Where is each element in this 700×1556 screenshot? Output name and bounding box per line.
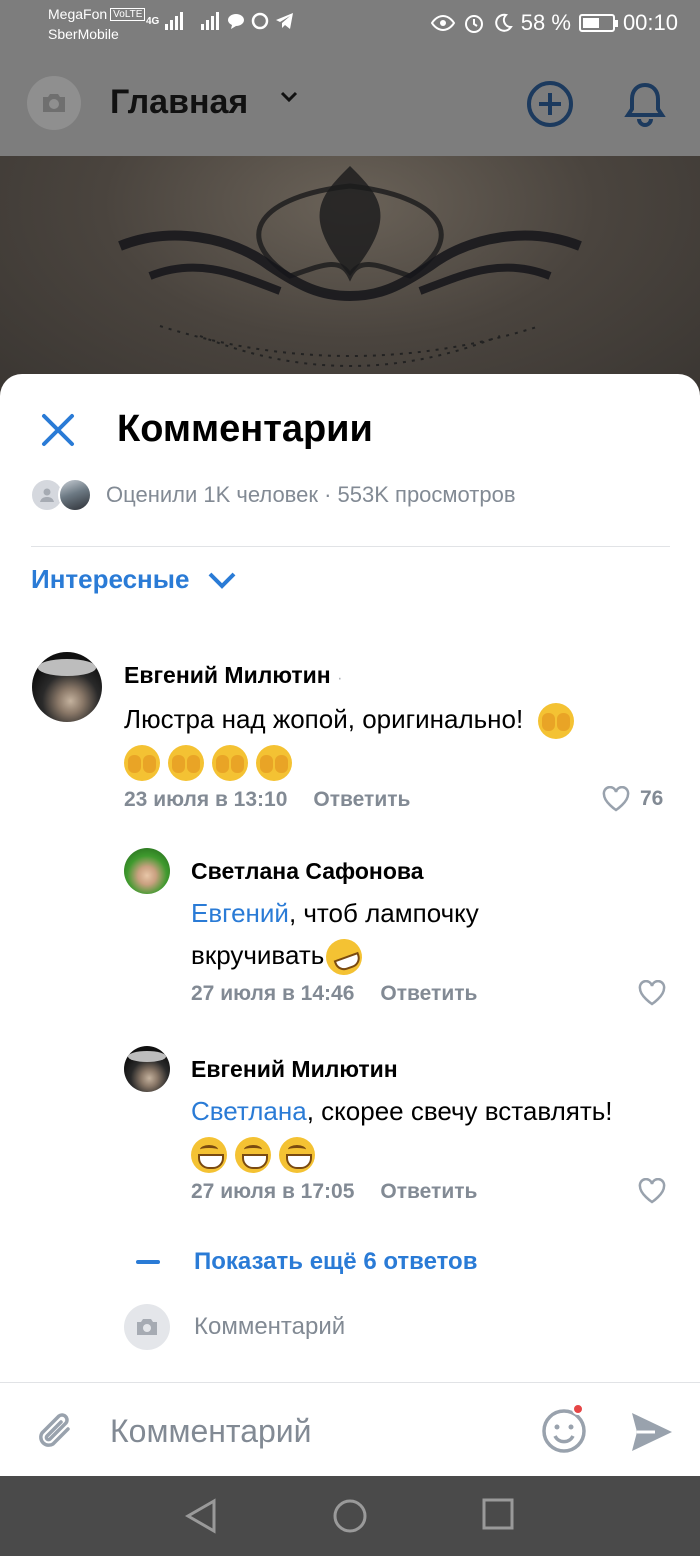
liker-avatar-2 bbox=[58, 478, 92, 512]
app-header: Главная bbox=[0, 50, 700, 156]
network-type: 4G bbox=[146, 15, 160, 27]
emoji-icon bbox=[538, 703, 575, 740]
heart-icon bbox=[638, 980, 666, 1006]
carrier-name-2: SberMobile bbox=[48, 26, 119, 42]
reply-author[interactable]: Светлана Сафонова bbox=[191, 858, 424, 885]
tattoo-image bbox=[118, 166, 582, 367]
signal-icon-2 bbox=[201, 12, 220, 30]
close-icon[interactable] bbox=[38, 410, 78, 450]
volte-badge: VoLTE bbox=[110, 8, 146, 21]
system-nav-bar bbox=[0, 1476, 700, 1556]
recents-icon[interactable] bbox=[482, 1498, 514, 1532]
emoji-icon bbox=[256, 745, 292, 782]
back-icon[interactable] bbox=[184, 1498, 218, 1534]
telegram-icon bbox=[276, 13, 294, 29]
battery-icon bbox=[578, 14, 618, 32]
clock: 00:10 bbox=[622, 10, 678, 35]
page-title[interactable]: Главная bbox=[110, 83, 248, 122]
comment-meta: 23 июля в 13:10 Ответить bbox=[124, 788, 410, 812]
camera-button[interactable] bbox=[27, 76, 81, 130]
mention-link[interactable]: Евгений bbox=[191, 898, 289, 928]
comment-date: 23 июля в 13:10 bbox=[124, 788, 288, 811]
sort-label: Интересные bbox=[31, 564, 190, 594]
emoji-icon bbox=[235, 1137, 271, 1174]
add-post-icon[interactable] bbox=[526, 80, 574, 128]
post-photo bbox=[0, 156, 700, 396]
send-icon[interactable] bbox=[630, 1411, 674, 1453]
post-stats[interactable]: Оценили 1K человек · 553K просмотров bbox=[30, 478, 516, 512]
camera-avatar bbox=[124, 1304, 170, 1350]
moon-icon bbox=[494, 13, 513, 32]
reply-placeholder: Комментарий bbox=[194, 1313, 346, 1340]
reply-text: Евгений, чтоб лампочку вкручивать bbox=[191, 892, 531, 981]
battery-percent: 58 % bbox=[520, 10, 571, 35]
emoji-icon bbox=[321, 934, 368, 981]
reply-meta: 27 июля в 17:05 Ответить bbox=[191, 1180, 477, 1204]
like-button[interactable]: 76 bbox=[602, 786, 663, 812]
status-right: 58 % 00:10 bbox=[430, 10, 678, 36]
like-button[interactable] bbox=[638, 1178, 666, 1204]
reply-meta: 27 июля в 14:46 Ответить bbox=[191, 982, 477, 1006]
alarm-icon bbox=[464, 15, 483, 33]
paperclip-icon[interactable] bbox=[34, 1409, 78, 1457]
home-icon[interactable] bbox=[332, 1498, 368, 1534]
dash-icon bbox=[136, 1260, 160, 1264]
reply-button[interactable]: Ответить bbox=[380, 1180, 477, 1204]
heart-icon bbox=[602, 786, 630, 812]
message-icon bbox=[228, 14, 245, 29]
divider bbox=[31, 546, 670, 547]
like-count: 76 bbox=[640, 787, 664, 810]
like-button[interactable] bbox=[638, 980, 666, 1006]
emoji-icon bbox=[124, 745, 160, 782]
avatar[interactable] bbox=[124, 848, 170, 894]
status-bar: MegaFon VoLTE SberMobile 4G 58 % 00:10 bbox=[0, 0, 700, 50]
sheet-title: Комментарии bbox=[117, 408, 373, 450]
camera-icon bbox=[137, 1319, 157, 1335]
emoji-icon bbox=[279, 1137, 315, 1174]
comment-input[interactable]: Комментарий bbox=[110, 1413, 312, 1450]
show-more-replies[interactable]: Показать ещё 6 ответов bbox=[136, 1248, 477, 1276]
reply-button[interactable]: Ответить bbox=[313, 788, 410, 812]
reply-date: 27 июля в 14:46 bbox=[191, 982, 355, 1005]
notification-dot bbox=[572, 1403, 584, 1415]
chevron-down-icon[interactable] bbox=[278, 86, 300, 108]
avatar[interactable] bbox=[124, 1046, 170, 1092]
camera-icon bbox=[43, 94, 65, 112]
sort-selector[interactable]: Интересные bbox=[31, 564, 237, 595]
signal-icons: 4G bbox=[146, 12, 295, 30]
mention-link[interactable]: Светлана bbox=[191, 1096, 307, 1126]
heart-icon bbox=[638, 1178, 666, 1204]
eye-icon bbox=[430, 15, 455, 31]
carrier-name: MegaFon VoLTE bbox=[48, 6, 146, 22]
bell-icon[interactable] bbox=[622, 80, 668, 128]
comments-sheet: Комментарии Оценили 1K человек · 553K пр… bbox=[0, 374, 700, 1476]
comment-text: Люстра над жопой, оригинально! bbox=[124, 698, 664, 782]
compose-bar: Комментарий bbox=[0, 1382, 700, 1476]
emoji-icon bbox=[191, 1137, 227, 1174]
reply-text: Светлана, скорее свечу вставлять! bbox=[191, 1090, 681, 1174]
emoji-icon bbox=[212, 745, 248, 782]
reply-button[interactable]: Ответить bbox=[380, 982, 477, 1006]
likes-views-text: Оценили 1K человек · 553K просмотров bbox=[106, 482, 516, 507]
signal-icon bbox=[165, 12, 184, 30]
reply-date: 27 июля в 17:05 bbox=[191, 1180, 355, 1203]
chevron-down-icon bbox=[209, 572, 236, 589]
reply-author[interactable]: Евгений Милютин bbox=[191, 1056, 398, 1083]
comment-author[interactable]: Евгений Милютин · bbox=[124, 662, 342, 689]
show-more-label: Показать ещё 6 ответов bbox=[194, 1248, 478, 1275]
user-icon bbox=[40, 488, 54, 502]
avatar[interactable] bbox=[32, 652, 102, 722]
chat-icon bbox=[252, 12, 269, 30]
emoji-icon bbox=[168, 745, 204, 782]
reply-compose[interactable]: Комментарий bbox=[124, 1304, 345, 1350]
